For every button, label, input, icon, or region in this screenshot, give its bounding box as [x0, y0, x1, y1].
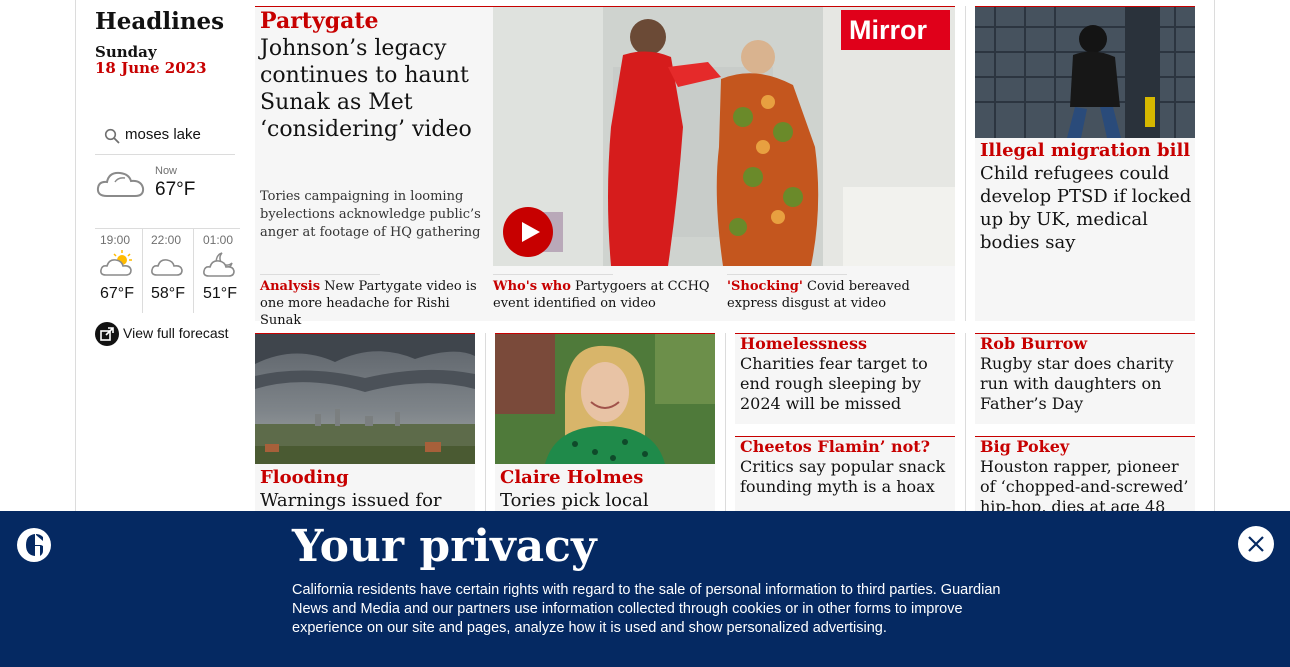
sublink-kicker: 'Shocking' — [727, 279, 803, 294]
hour-slot: 01:00 51°F — [198, 229, 246, 313]
privacy-title: Your privacy — [292, 521, 597, 572]
lead-headline[interactable]: Johnson’s legacy continues to haunt Suna… — [260, 35, 485, 143]
sublink-kicker: Who's who — [493, 279, 571, 294]
cheetos-headline[interactable]: Critics say popular snack founding myth … — [740, 457, 952, 497]
claire-image[interactable] — [495, 334, 715, 464]
cloudy-icon — [96, 171, 145, 197]
close-icon — [1248, 536, 1264, 552]
cloud-icon — [151, 259, 183, 276]
migration-headline[interactable]: Child refugees could develop PTSD if loc… — [980, 162, 1192, 254]
search-icon — [104, 128, 120, 144]
portrait-photo — [495, 334, 715, 464]
play-button[interactable] — [503, 207, 553, 257]
sublink-kicker: Analysis — [260, 279, 321, 294]
hour-slot: 22:00 58°F — [146, 229, 194, 313]
location-input[interactable]: moses lake — [125, 126, 201, 143]
sublink-shocking[interactable]: 'Shocking' Covid bereaved express disgus… — [727, 278, 952, 312]
migration-kicker[interactable]: Illegal migration bill — [980, 139, 1190, 162]
play-icon — [522, 222, 540, 242]
mirror-logo-text: Mirror — [849, 15, 928, 45]
now-temperature: 67°F — [155, 179, 196, 200]
burrow-kicker[interactable]: Rob Burrow — [980, 334, 1087, 354]
hour-temperature: 67°F — [100, 285, 134, 302]
column-divider — [965, 6, 966, 321]
lead-kicker[interactable]: Partygate — [260, 8, 379, 35]
forecast-label: View full forecast — [123, 325, 229, 341]
flooding-image[interactable] — [255, 334, 475, 464]
hour-temperature: 58°F — [151, 285, 185, 302]
weather-location-search[interactable]: moses lake — [95, 122, 235, 155]
hour-time: 01:00 — [203, 233, 234, 247]
hour-time: 19:00 — [100, 233, 131, 247]
external-link-icon — [95, 322, 119, 346]
partly-sunny-icon — [100, 250, 132, 276]
sublink-whos-who[interactable]: Who's who Partygoers at CCHQ event ident… — [493, 278, 718, 312]
burrow-headline[interactable]: Rugby star does charity run with daughte… — [980, 354, 1192, 414]
sublink-analysis[interactable]: Analysis New Partygate video is one more… — [260, 278, 488, 329]
mirror-logo: Mirror — [841, 10, 950, 50]
divider — [727, 274, 847, 275]
flooding-kicker[interactable]: Flooding — [260, 466, 349, 489]
divider — [493, 274, 613, 275]
storm-clouds-photo — [255, 334, 475, 464]
migration-photo — [975, 7, 1195, 138]
cheetos-kicker[interactable]: Cheetos Flamin’ not? — [740, 437, 930, 457]
claire-kicker[interactable]: Claire Holmes — [500, 466, 643, 489]
partly-cloudy-night-icon — [203, 252, 235, 277]
pokey-kicker[interactable]: Big Pokey — [980, 437, 1069, 457]
column-divider — [725, 333, 726, 513]
lead-video[interactable]: Mirror — [493, 7, 955, 266]
privacy-body: California residents have certain rights… — [292, 582, 1001, 636]
homeless-headline[interactable]: Charities fear target to end rough sleep… — [740, 354, 952, 414]
claire-headline[interactable]: Tories pick local — [500, 489, 712, 512]
headlines-title: Headlines — [95, 8, 225, 35]
hour-slot: 19:00 67°F — [95, 229, 143, 313]
homeless-kicker[interactable]: Homelessness — [740, 334, 867, 354]
lead-trail: Tories campaigning in looming byelection… — [260, 189, 481, 240]
divider — [260, 274, 380, 275]
hour-temperature: 51°F — [203, 285, 237, 302]
pokey-headline[interactable]: Houston rapper, pioneer of ‘chopped-and-… — [980, 457, 1194, 517]
column-divider — [965, 333, 966, 513]
flooding-headline[interactable]: Warnings issued for — [260, 489, 472, 512]
close-privacy-button[interactable] — [1238, 526, 1274, 562]
hourly-forecast: 19:00 67°F 22:00 58°F 01:00 51°F — [95, 228, 240, 313]
headlines-date: 18 June 2023 — [95, 59, 207, 77]
migration-image[interactable] — [975, 7, 1195, 138]
column-divider — [485, 333, 486, 513]
guardian-logo-icon — [17, 528, 51, 562]
hour-time: 22:00 — [151, 233, 182, 247]
now-label: Now — [155, 165, 178, 177]
privacy-banner: Your privacy California residents have c… — [0, 511, 1290, 667]
